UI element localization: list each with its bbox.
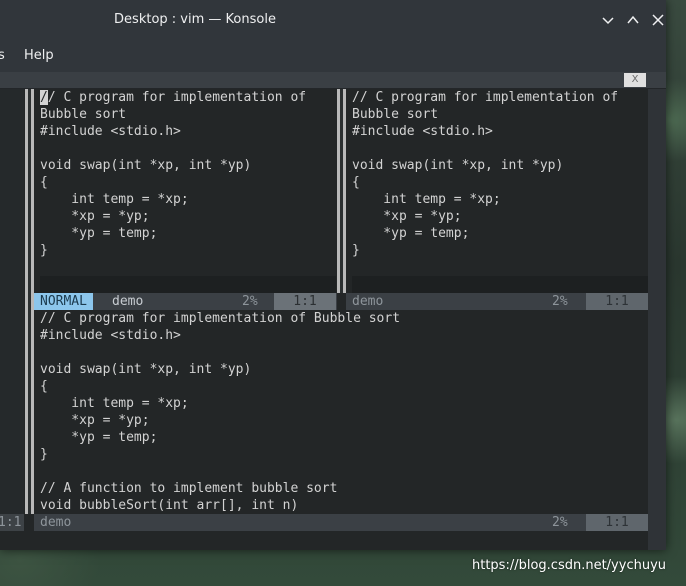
- statusline-filename: demo: [352, 294, 384, 309]
- code-line: *yp = temp;: [40, 226, 158, 241]
- code-text: // C program for implementation of Bubbl…: [40, 310, 648, 514]
- pane-bottom[interactable]: // C program for implementation of Bubbl…: [40, 310, 648, 514]
- code-line: // C program for implementation of Bubbl…: [40, 311, 401, 326]
- statusline-position: 1:1: [586, 293, 648, 310]
- code-line: // A function to implement bubble sort: [40, 481, 338, 496]
- pane-filler: [40, 276, 336, 293]
- terminal-area[interactable]: 1:1 // C program for implementation of Bu…: [0, 89, 648, 550]
- code-line: void swap(int *xp, int *yp): [40, 362, 252, 377]
- code-line: Bubble sort: [40, 107, 127, 122]
- code-line: // C program for implementation of: [40, 90, 307, 105]
- watermark-text: https://blog.csdn.net/yychuyu: [472, 558, 667, 573]
- code-line: int temp = *xp;: [40, 192, 189, 207]
- statusline-percent: 2%: [552, 515, 568, 530]
- code-line: void swap(int *xp, int *yp): [40, 158, 252, 173]
- code-line: Bubble sort: [352, 107, 439, 122]
- code-line: void bubbleSort(int arr[], int n): [40, 498, 299, 513]
- code-line: int temp = *xp;: [40, 396, 189, 411]
- left-vertical-separator: [25, 89, 34, 514]
- code-line: int temp = *xp;: [352, 192, 501, 207]
- menu-settings[interactable]: s: [0, 40, 5, 72]
- center-vertical-separator: [337, 89, 346, 293]
- statusline-top-left: NORMAL demo 2% 1:1: [34, 293, 337, 310]
- close-icon: [652, 14, 664, 26]
- terminal-scrollbar[interactable]: [648, 89, 666, 550]
- text-cursor: /: [40, 90, 48, 105]
- code-line: #include <stdio.h>: [352, 124, 493, 139]
- tab-bar: X: [0, 72, 666, 89]
- menu-bar: s Help: [0, 40, 666, 72]
- code-line: }: [352, 243, 360, 258]
- statusline-filename: demo: [112, 294, 144, 309]
- code-line: }: [40, 243, 48, 258]
- code-line: *xp = *yp;: [352, 209, 462, 224]
- statusline-top-right: demo 2% 1:1: [346, 293, 648, 310]
- menu-help[interactable]: Help: [24, 40, 54, 72]
- mode-indicator: NORMAL: [34, 293, 93, 310]
- code-line: *yp = temp;: [352, 226, 470, 241]
- statusline-bottom: demo 2% 1:1: [34, 514, 648, 531]
- statusline-position: 1:1: [586, 514, 648, 531]
- close-button[interactable]: [650, 12, 666, 28]
- window-title: Desktop : vim — Konsole: [114, 12, 276, 27]
- title-bar[interactable]: Desktop : vim — Konsole: [0, 0, 666, 40]
- maximize-icon: [627, 15, 639, 24]
- pane-filler: [352, 276, 648, 293]
- maximize-button[interactable]: [625, 12, 641, 28]
- code-line: // C program for implementation of: [352, 90, 619, 105]
- statusline-percent: 2%: [242, 294, 258, 309]
- left-split-edge: 1:1: [0, 89, 24, 531]
- code-line: *yp = temp;: [40, 430, 158, 445]
- code-line: #include <stdio.h>: [40, 328, 181, 343]
- tab-close-button[interactable]: X: [624, 73, 646, 87]
- statusline-percent: 2%: [552, 294, 568, 309]
- code-text: // C program for implementation of Bubble…: [40, 89, 336, 293]
- statusline-position: 1:1: [274, 293, 336, 310]
- code-line: {: [40, 379, 48, 394]
- statusline-filename: demo: [40, 515, 72, 530]
- code-line: *xp = *yp;: [40, 413, 150, 428]
- code-line: void swap(int *xp, int *yp): [352, 158, 564, 173]
- code-line: *xp = *yp;: [40, 209, 150, 224]
- left-split-position: 1:1: [0, 515, 22, 530]
- code-line: {: [352, 175, 360, 190]
- code-line: {: [40, 175, 48, 190]
- code-line: #include <stdio.h>: [40, 124, 181, 139]
- left-split-status: 1:1: [0, 514, 24, 531]
- code-text: // C program for implementation of Bubble…: [352, 89, 648, 293]
- minimize-button[interactable]: [600, 12, 616, 28]
- pane-top-left[interactable]: // C program for implementation of Bubble…: [40, 89, 336, 293]
- minimize-icon: [602, 17, 614, 25]
- pane-top-right[interactable]: // C program for implementation of Bubble…: [352, 89, 648, 293]
- code-line: }: [40, 447, 48, 462]
